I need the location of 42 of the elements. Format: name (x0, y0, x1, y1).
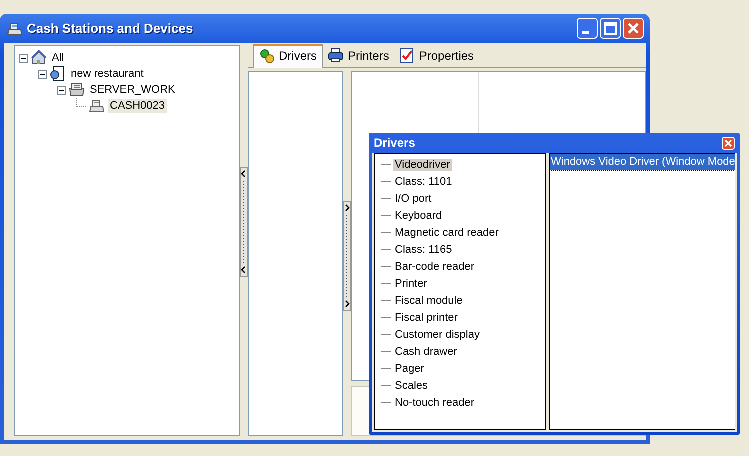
device-type-item[interactable]: Bar-code reader (393, 260, 476, 272)
device-type-item[interactable]: Keyboard (393, 210, 444, 222)
device-type-item[interactable]: Printer (393, 278, 430, 290)
dialog-title: Drivers (374, 136, 416, 150)
device-type-item[interactable]: Class: 1101 (393, 176, 454, 188)
device-type-item[interactable]: Scales (393, 380, 430, 392)
device-type-item[interactable]: I/O port (393, 192, 434, 204)
minimize-button[interactable] (577, 18, 598, 39)
collapse-icon[interactable] (57, 86, 66, 94)
close-button[interactable] (722, 136, 735, 150)
driver-item[interactable]: Windows Video Driver (Window Mode (550, 154, 735, 170)
device-type-item[interactable]: Videodriver (393, 158, 452, 170)
collapse-handle[interactable] (240, 167, 248, 277)
collapse-icon[interactable] (38, 70, 47, 78)
expand-handle[interactable] (343, 201, 351, 311)
house-icon (31, 50, 47, 66)
printer-icon (328, 48, 344, 64)
tab[interactable]: Drivers (253, 44, 323, 68)
device-type-item[interactable]: Customer display (393, 328, 482, 340)
device-type-item[interactable]: Pager (393, 362, 426, 374)
cash-register-icon (89, 98, 105, 114)
device-type-item[interactable]: Cash drawer (393, 346, 460, 358)
tree-item[interactable]: CASH0023 (108, 99, 168, 113)
tree-item[interactable]: All (50, 51, 66, 65)
cash-register-icon (7, 20, 23, 36)
server-icon (69, 82, 85, 98)
device-type-item[interactable]: Magnetic card reader (393, 226, 501, 238)
document-icon (50, 66, 66, 82)
gears-icon (259, 48, 275, 64)
close-button[interactable] (623, 18, 644, 39)
device-type-item[interactable]: No-touch reader (393, 396, 476, 408)
window-title: Cash Stations and Devices (27, 21, 194, 36)
device-type-item[interactable]: Class: 1165 (393, 244, 454, 256)
tree-item[interactable]: new restaurant (69, 67, 146, 81)
tree-item[interactable]: SERVER_WORK (88, 83, 178, 97)
device-type-item[interactable]: Fiscal module (393, 294, 465, 306)
collapse-icon[interactable] (19, 54, 28, 62)
checklist-icon (399, 48, 416, 64)
tab[interactable]: Printers (323, 46, 394, 67)
device-type-item[interactable]: Fiscal printer (393, 312, 460, 324)
maximize-button[interactable] (600, 18, 621, 39)
tab[interactable]: Properties (394, 46, 480, 67)
